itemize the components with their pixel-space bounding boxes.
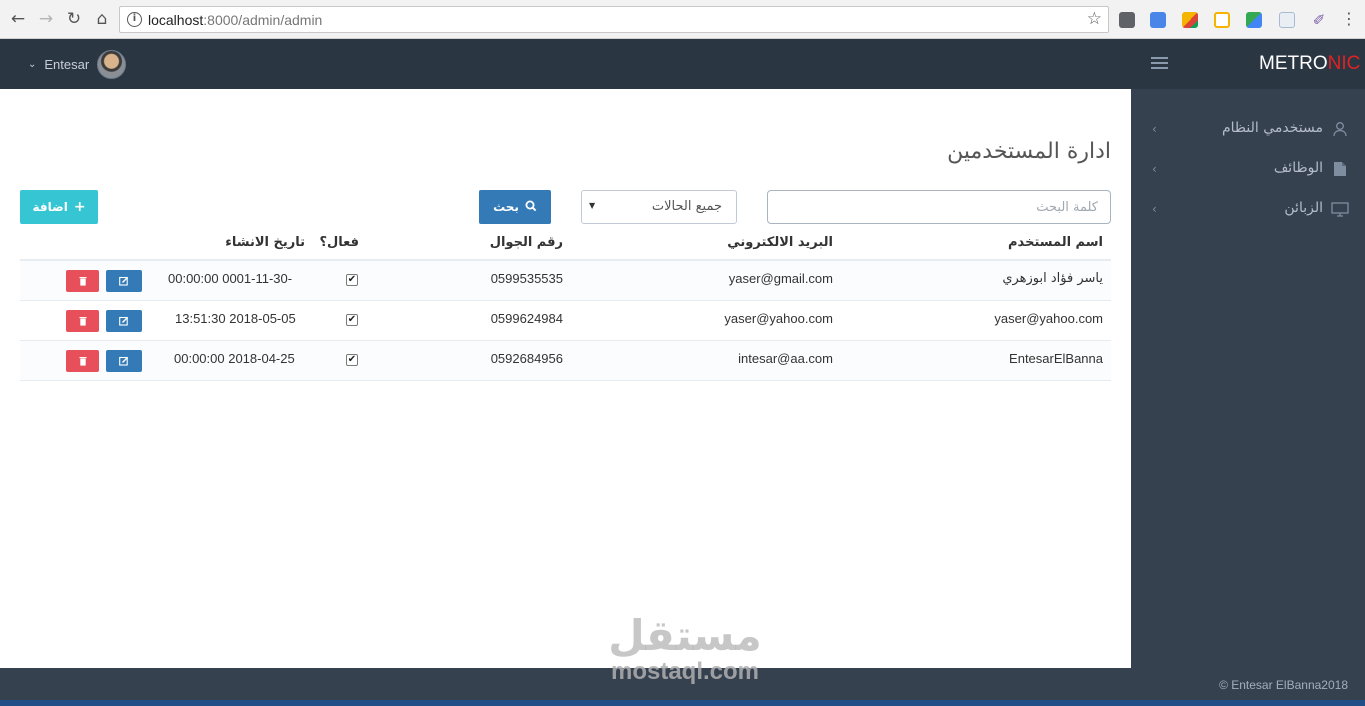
- delete-button[interactable]: [66, 310, 99, 332]
- column-header-active: فعال؟: [319, 235, 359, 250]
- url-text: localhost:8000/admin/admin: [148, 12, 322, 28]
- page-title: ادارة المستخدمين: [947, 139, 1111, 164]
- os-taskbar: [0, 700, 1365, 706]
- app-header: ⌄ Entesar METRONIC: [0, 39, 1365, 89]
- column-header-username: اسم المستخدم: [1008, 235, 1103, 250]
- sidebar-item-system-users[interactable]: ‹ مستخدمي النظام: [1131, 110, 1365, 150]
- add-button-label: اضافة: [32, 200, 68, 214]
- forward-icon[interactable]: →: [36, 9, 56, 29]
- url-path: :8000/admin/admin: [203, 12, 323, 28]
- edit-button[interactable]: [106, 350, 142, 372]
- sidebar-item-jobs[interactable]: ‹ الوظائف: [1131, 150, 1365, 190]
- chevron-down-icon: ⌄: [28, 58, 37, 70]
- table-header: اسم المستخدم البريد الالكتروني رقم الجوا…: [20, 230, 1111, 261]
- search-input-wrapper: [767, 190, 1111, 224]
- search-input[interactable]: [768, 191, 1110, 223]
- sidebar: ‹ مستخدمي النظام ‹ الوظائف ‹ الزبائن: [1131, 89, 1365, 668]
- extension-icon[interactable]: [1214, 12, 1230, 28]
- search-button-label: بحث: [493, 200, 519, 214]
- bookmark-star-icon[interactable]: ☆: [1087, 9, 1102, 29]
- logo[interactable]: METRONIC: [1259, 53, 1360, 75]
- info-icon[interactable]: i: [127, 12, 142, 27]
- watermark: مستقل mostaql.com: [600, 612, 770, 684]
- active-checkbox[interactable]: ✔: [346, 274, 358, 286]
- table-row: ياسر فؤاد ابوزهري yaser@gmail.com 059953…: [20, 261, 1111, 301]
- active-checkbox[interactable]: ✔: [346, 354, 358, 366]
- plus-icon: +: [73, 199, 86, 215]
- browser-toolbar: ← → ↻ ⌂ i localhost:8000/admin/admin ☆ ✐…: [0, 0, 1365, 39]
- logo-accent: NIC: [1327, 53, 1361, 74]
- menu-toggle-icon[interactable]: [1151, 57, 1168, 70]
- caret-down-icon: ▼: [589, 201, 596, 210]
- extension-icon[interactable]: [1246, 12, 1262, 28]
- chevron-left-icon: ‹: [1152, 122, 1157, 136]
- user-name: Entesar: [44, 56, 90, 72]
- users-table: اسم المستخدم البريد الالكتروني رقم الجوا…: [20, 230, 1111, 381]
- chevron-left-icon: ‹: [1152, 162, 1157, 176]
- browser-menu-icon[interactable]: ⋮: [1341, 11, 1357, 28]
- user-menu[interactable]: ⌄ Entesar: [28, 49, 127, 79]
- logo-main: METRO: [1259, 53, 1328, 74]
- edit-button[interactable]: [106, 270, 142, 292]
- reload-icon[interactable]: ↻: [64, 9, 84, 29]
- column-header-email: البريد الالكتروني: [727, 235, 833, 250]
- add-button[interactable]: اضافة +: [20, 190, 98, 224]
- table-row: yaser@yahoo.com yaser@yahoo.com 05996249…: [20, 301, 1111, 341]
- document-icon: [1331, 161, 1349, 179]
- main-content: ادارة المستخدمين جميع الحالات ▼ بحث اضاف…: [0, 89, 1131, 668]
- monitor-icon: [1331, 201, 1349, 219]
- active-checkbox[interactable]: ✔: [346, 314, 358, 326]
- copyright-text: © Entesar ElBanna2018: [1219, 678, 1348, 692]
- table-row: EntesarElBanna intesar@aa.com 0592684956…: [20, 341, 1111, 381]
- sidebar-item-label: الزبائن: [1284, 200, 1323, 216]
- watermark-latin: mostaql.com: [610, 658, 760, 685]
- feather-extension-icon[interactable]: ✐: [1311, 12, 1327, 28]
- translate-extension-icon[interactable]: [1150, 12, 1166, 28]
- avatar[interactable]: [97, 49, 127, 79]
- chevron-left-icon: ‹: [1152, 202, 1157, 216]
- cell-email: yaser@yahoo.com: [724, 311, 833, 326]
- delete-button[interactable]: [66, 270, 99, 292]
- home-icon[interactable]: ⌂: [92, 9, 112, 29]
- cell-created: 00:00:00 0001-11-30-: [168, 271, 293, 286]
- column-header-mobile: رقم الجوال: [489, 235, 563, 250]
- cell-email: yaser@gmail.com: [728, 271, 833, 286]
- watermark-arabic: مستقل: [608, 611, 762, 660]
- cell-email: intesar@aa.com: [738, 351, 833, 366]
- cell-mobile: 0599624984: [490, 311, 563, 326]
- cell-created: 00:00:00 2018-04-25: [174, 351, 295, 366]
- status-select[interactable]: جميع الحالات ▼: [581, 190, 737, 224]
- cell-mobile: 0592684956: [490, 351, 563, 366]
- search-icon: [525, 200, 537, 215]
- dropbox-extension-icon[interactable]: [1279, 12, 1295, 28]
- sidebar-item-customers[interactable]: ‹ الزبائن: [1131, 190, 1365, 230]
- sidebar-item-label: مستخدمي النظام: [1221, 120, 1323, 136]
- extension-icon[interactable]: [1182, 12, 1198, 28]
- back-icon[interactable]: ←: [8, 9, 28, 29]
- status-select-value: جميع الحالات: [651, 199, 722, 214]
- url-host: localhost: [148, 12, 204, 28]
- edit-button[interactable]: [106, 310, 142, 332]
- user-icon: [1331, 121, 1349, 139]
- address-bar[interactable]: i localhost:8000/admin/admin ☆: [119, 6, 1109, 33]
- cell-username: ياسر فؤاد ابوزهري: [1002, 271, 1103, 286]
- cell-created: 13:51:30 2018-05-05: [175, 311, 296, 326]
- delete-button[interactable]: [66, 350, 99, 372]
- column-header-created: تاريخ الانشاء: [225, 235, 305, 250]
- cell-mobile: 0599535535: [490, 271, 563, 286]
- extension-icon[interactable]: [1119, 12, 1135, 28]
- cell-username: yaser@yahoo.com: [994, 311, 1103, 326]
- cell-username: EntesarElBanna: [1009, 351, 1103, 366]
- sidebar-item-label: الوظائف: [1273, 160, 1323, 176]
- search-button[interactable]: بحث: [479, 190, 551, 224]
